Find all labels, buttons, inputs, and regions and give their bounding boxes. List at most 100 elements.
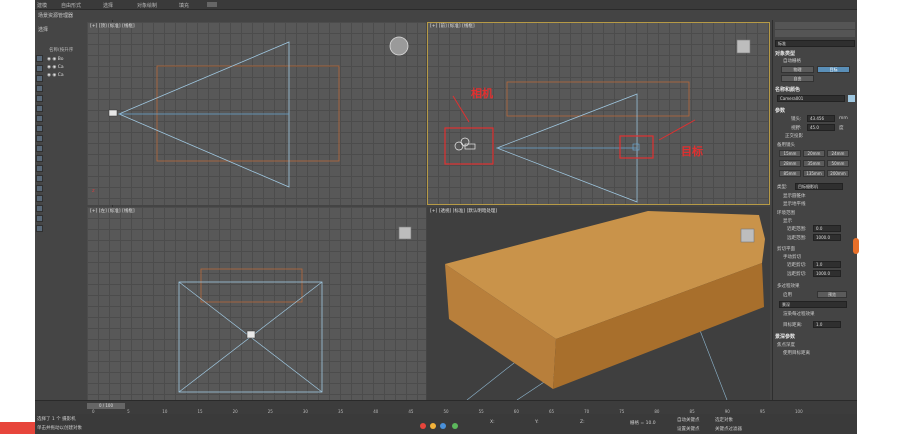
multipass-type-dropdown[interactable]: 景深 [779, 301, 847, 308]
list-item-camera-target[interactable]: ◉ ◉ Ca [47, 73, 64, 78]
lens-35mm-button[interactable]: 35mm [803, 160, 825, 167]
lens-50mm-button[interactable]: 50mm [827, 160, 849, 167]
filter-none-icon[interactable] [36, 185, 43, 192]
set-key-button[interactable]: 设置关键点 [677, 426, 700, 432]
show-horizon-checkbox[interactable]: 显示地平线 [783, 201, 806, 207]
lens-135mm-button[interactable]: 135mm [803, 170, 825, 177]
camera-target-icon [632, 143, 640, 151]
filter-invert-icon[interactable] [36, 195, 43, 202]
near-clip-field[interactable]: 1.0 [813, 261, 841, 268]
tray-app-icon[interactable] [430, 423, 436, 429]
parameters-rollout[interactable]: 参数 [775, 107, 785, 114]
ribbon-toggle-icon[interactable] [207, 2, 217, 7]
dof-params-rollout[interactable]: 景深参数 [775, 333, 795, 340]
auto-key-button[interactable]: 自动关键点 [677, 417, 700, 423]
camera-name-field[interactable]: Camera001 [777, 95, 845, 102]
tray-app-icon[interactable] [440, 423, 446, 429]
key-filters-button[interactable]: 关键点过滤器 [715, 426, 742, 432]
filter-helpers-icon[interactable] [36, 95, 43, 102]
object-type-rollout[interactable]: 对象类型 [775, 50, 795, 57]
side-tab-icon[interactable] [853, 238, 859, 254]
far-range-label: 远距范围: [787, 236, 807, 241]
filter-more-icon[interactable] [36, 225, 43, 232]
viewport-top[interactable]: [+] [顶] [标准] [线框] z [87, 22, 426, 205]
filter-xrefs-icon[interactable] [36, 125, 43, 132]
viewport-front[interactable]: [+] [前] [标准] [线框] [427, 22, 770, 205]
filter-hidden-icon[interactable] [36, 165, 43, 172]
lens-28mm-button[interactable]: 28mm [779, 160, 801, 167]
tray-app-icon[interactable] [452, 423, 458, 429]
command-panel: 标准 对象类型 自动栅格 物理 目标 自由 名称和颜色 Camera001 参数… [772, 20, 857, 400]
scene-explorer-title: 场景资源管理器 [35, 10, 113, 20]
viewport-perspective[interactable]: [+] [透视] [标准] [默认明暗处理] [427, 207, 770, 400]
filter-shapes-icon[interactable] [36, 65, 43, 72]
object-color-swatch[interactable] [848, 95, 855, 102]
lens-15mm-button[interactable]: 15mm [779, 150, 801, 157]
filter-containers-icon[interactable] [36, 145, 43, 152]
near-range-field[interactable]: 0.0 [813, 225, 841, 232]
ribbon-tab-modeling[interactable]: 建模 [37, 2, 47, 9]
use-target-distance-checkbox[interactable]: 使用目标距离 [783, 350, 810, 356]
filter-extra-icon[interactable] [36, 215, 43, 222]
viewport-left[interactable]: [+] [左] [标准] [线框] [87, 207, 426, 400]
sort-column-header[interactable]: 名称(按升序 [49, 47, 73, 53]
lens-24mm-button[interactable]: 24mm [827, 150, 849, 157]
multipass-preview-button[interactable]: 预览 [817, 291, 847, 298]
ribbon-tab-populate[interactable]: 填充 [179, 2, 189, 9]
target-distance-field[interactable]: 1.0 [813, 321, 841, 328]
filter-all-icon[interactable] [36, 175, 43, 182]
camera-cone-top [117, 41, 290, 188]
tray-app-icon[interactable] [420, 423, 426, 429]
filter-options-icon[interactable] [36, 205, 43, 212]
show-range-checkbox[interactable]: 显示 [783, 218, 792, 224]
lens-field[interactable]: 43.456 [807, 115, 835, 122]
render-each-pass-checkbox[interactable]: 渲染每过程效果 [783, 311, 815, 317]
name-color-rollout[interactable]: 名称和颜色 [775, 86, 800, 93]
filter-spacewarps-icon[interactable] [36, 105, 43, 112]
create-category-icons[interactable] [775, 30, 855, 37]
camera-body-icon [464, 143, 476, 150]
filter-bones-icon[interactable] [36, 135, 43, 142]
filter-cameras-icon[interactable] [36, 85, 43, 92]
viewcube-top [389, 36, 409, 56]
camera-icon-top [108, 109, 118, 117]
far-clip-field[interactable]: 1000.0 [813, 270, 841, 277]
camera-type-dropdown[interactable]: 目标摄影机 [795, 183, 843, 190]
multipass-enable-checkbox[interactable]: 启用 [783, 292, 792, 298]
physical-camera-button[interactable]: 物理 [781, 66, 814, 73]
ribbon-tab-object-paint[interactable]: 对象绘制 [137, 2, 157, 9]
auto-grid-checkbox[interactable]: 自动栅格 [783, 58, 801, 64]
lens-20mm-button[interactable]: 20mm [803, 150, 825, 157]
filter-lights-icon[interactable] [36, 75, 43, 82]
camera-type-select[interactable]: 标准 [775, 40, 855, 47]
annotation-target-label: 目标 [681, 145, 703, 158]
timeline[interactable]: 0 / 100 0 5 10 15 20 25 30 35 40 45 50 55 60 65 70 75 80… [35, 400, 857, 414]
stock-lenses-label: 备用镜头 [777, 143, 795, 148]
list-item-camera[interactable]: ◉ ◉ Ca [47, 65, 64, 70]
filter-frozen-icon[interactable] [36, 155, 43, 162]
show-cone-checkbox[interactable]: 显示圆锥体 [783, 193, 806, 199]
scene-explorer-header[interactable]: 选择 [38, 26, 48, 33]
taskbar-fragment [0, 422, 35, 434]
fov-label: 视野: [791, 126, 802, 131]
annotation-camera-box [444, 127, 494, 165]
viewcube-perspective [740, 228, 755, 243]
list-item-box[interactable]: ◉ ◉ Bo [47, 57, 64, 62]
selected-object-dropdown[interactable]: 选定对象 [715, 417, 733, 423]
fov-field[interactable]: 45.0 [807, 124, 835, 131]
manual-clip-checkbox[interactable]: 手动剪切 [783, 254, 801, 260]
command-panel-tabs[interactable] [775, 22, 855, 29]
ribbon-tab-selection[interactable]: 选择 [103, 2, 113, 9]
orthographic-checkbox[interactable]: 正交投影 [785, 133, 803, 139]
fov-unit: 度 [839, 126, 844, 131]
lens-85mm-button[interactable]: 85mm [779, 170, 801, 177]
status-bar: 选择了 1 个 摄影机 单击并拖动以创建对象 X: Y: Z: 栅格 = 10.… [35, 414, 857, 434]
target-camera-button[interactable]: 目标 [817, 66, 850, 73]
free-camera-button[interactable]: 自由 [781, 75, 814, 82]
filter-groups-icon[interactable] [36, 115, 43, 122]
lens-200mm-button[interactable]: 200mm [827, 170, 849, 177]
filter-geometry-icon[interactable] [36, 55, 43, 62]
ribbon-tab-freeform[interactable]: 自由形式 [61, 2, 81, 9]
far-range-field[interactable]: 1000.0 [813, 234, 841, 241]
viewport-left-drawing [178, 226, 412, 393]
